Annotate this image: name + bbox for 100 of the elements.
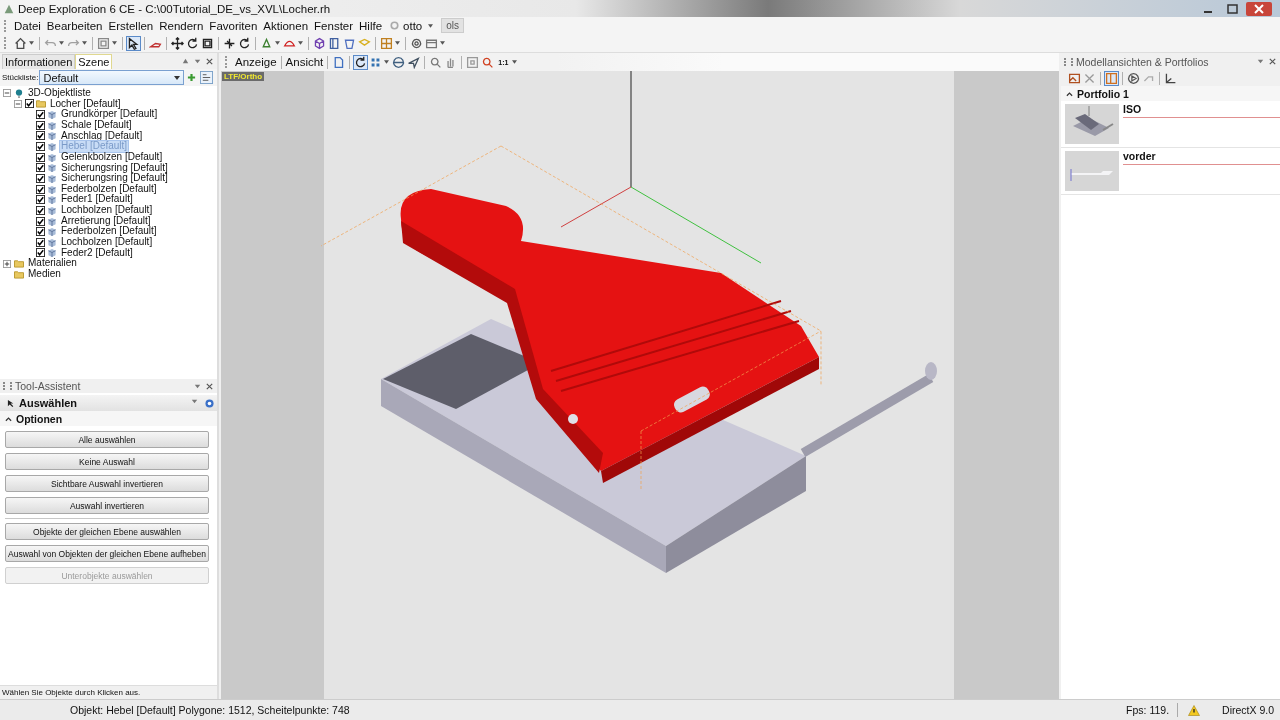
checkbox[interactable] [36,216,45,226]
panel-tab[interactable]: Szene [75,54,113,69]
menu-item[interactable]: Bearbeiten [45,19,108,32]
tree-item[interactable]: Lochbolzen [Default] [60,205,154,216]
tree-item[interactable]: Anschlag [Default] [60,130,144,142]
rotate-icon[interactable] [238,36,251,50]
home-icon[interactable] [14,36,27,50]
tree-item[interactable]: Materialien [27,258,78,269]
checkbox[interactable] [36,152,45,162]
plus-icon[interactable] [187,73,197,82]
image-icon[interactable] [1068,71,1081,85]
menu-item[interactable]: Hilfe [358,19,388,32]
menu-item[interactable]: Rendern [158,19,209,32]
tree-item[interactable]: Schale [Default] [60,119,133,131]
action-button[interactable]: Sichtbare Auswahl invertieren [5,475,209,492]
menu-item[interactable]: Aktionen [262,19,314,32]
caret-icon[interactable] [384,60,390,64]
globe-icon[interactable] [392,55,406,69]
gear-icon[interactable] [410,36,423,50]
checkbox[interactable] [36,237,45,247]
action-button[interactable]: Auswahl von Objekten der gleichen Ebene aufheben [5,545,209,562]
caret-icon[interactable] [298,41,303,45]
rotate-icon[interactable] [186,36,199,50]
zoom-icon[interactable] [481,55,495,69]
caret-icon[interactable] [112,41,117,45]
view-name[interactable]: ISO [1123,103,1142,115]
tree-item[interactable]: Sicherungsring [Default] [60,173,169,184]
close-icon[interactable] [205,381,214,391]
caret-icon[interactable] [82,41,87,45]
layout-icon[interactable] [1105,71,1118,85]
axes-icon[interactable] [1164,71,1177,85]
caret-icon[interactable] [174,75,181,80]
rotate-icon[interactable] [354,55,368,69]
expander-icon[interactable] [3,259,11,268]
menu-item[interactable]: Datei [13,19,46,32]
document-icon[interactable] [332,55,346,69]
plane-icon[interactable] [407,55,421,69]
checkbox[interactable] [36,163,45,173]
tree-item[interactable]: Lochbolzen [Default] [60,237,154,248]
chevron-icon[interactable] [1066,90,1073,97]
thumbnail-drawing[interactable] [1065,151,1119,191]
caret-icon[interactable] [59,41,64,45]
chevron-icon[interactable] [5,415,12,422]
checkbox[interactable] [36,120,45,130]
tree-item[interactable]: Federbolzen [Default] [60,226,158,237]
close-icon[interactable] [1268,57,1277,66]
user-menu[interactable]: otto [402,19,428,32]
checkbox[interactable] [36,205,45,215]
pin-icon[interactable] [181,57,190,66]
tree-item[interactable]: Locher [Default] [49,98,122,110]
panel-tab[interactable]: Informationen [2,54,76,69]
menu-item[interactable]: Erstellen [107,19,159,32]
help-icon[interactable] [205,398,214,408]
tree-item[interactable]: Feder1 [Default] [60,194,134,205]
caret-icon[interactable] [440,41,445,45]
zoom-box-icon[interactable] [466,55,480,69]
expander-icon[interactable] [14,99,22,108]
thumbnail-drawing[interactable] [1065,104,1119,144]
action-button[interactable]: Auswahl invertieren [5,497,209,514]
magnifier-icon[interactable] [429,55,443,69]
checkbox[interactable] [36,184,45,194]
list-settings-icon[interactable] [200,71,214,84]
caret-icon[interactable] [512,60,518,64]
checkbox[interactable] [36,227,45,237]
list-dropdown[interactable]: Default [39,70,185,85]
grid-icon[interactable] [380,36,393,50]
checkbox[interactable] [36,248,45,258]
close-icon[interactable] [1246,1,1272,16]
view-menu[interactable]: Ansicht [284,56,325,68]
expander-icon[interactable] [3,89,11,98]
cube-icon[interactable] [313,36,326,50]
tree-item[interactable]: Gelenkbolzen [Default] [60,151,164,163]
view-menu[interactable]: Anzeige [234,56,278,68]
close-icon[interactable] [205,57,214,66]
tree-item[interactable]: Feder2 [Default] [60,247,134,259]
selection-icon[interactable] [97,36,110,50]
action-button[interactable]: Keine Auswahl [5,453,209,470]
tree-item[interactable]: Grundkörper [Default] [60,109,159,120]
checkbox[interactable] [36,173,45,183]
move-icon[interactable] [171,36,184,50]
checkbox[interactable] [36,195,45,205]
menu-item[interactable]: Favoriten [208,19,263,32]
action-button[interactable]: Objekte der gleichen Ebene auswählen [5,523,209,540]
tree-item[interactable]: Arretierung [Default] [60,215,152,227]
checkbox[interactable] [36,110,45,120]
play-icon[interactable] [1127,71,1140,85]
tree-item[interactable]: 3D-Objektliste [27,88,92,99]
tree-item[interactable]: Federbolzen [Default] [60,183,158,195]
caret-icon[interactable] [395,41,400,45]
cross-icon[interactable] [223,36,236,50]
tree-item[interactable]: Medien [27,268,62,280]
checkbox[interactable] [25,99,34,109]
view-name[interactable]: vorder [1123,150,1156,162]
action-button[interactable]: Alle auswählen [5,431,209,448]
tree-item[interactable]: Sicherungsring [Default] [60,162,169,174]
pointer-icon[interactable] [127,36,140,50]
caret-icon[interactable] [29,41,34,45]
checkbox[interactable] [36,131,45,141]
checkbox[interactable] [36,142,45,151]
menu-tab[interactable]: ols [441,18,465,33]
